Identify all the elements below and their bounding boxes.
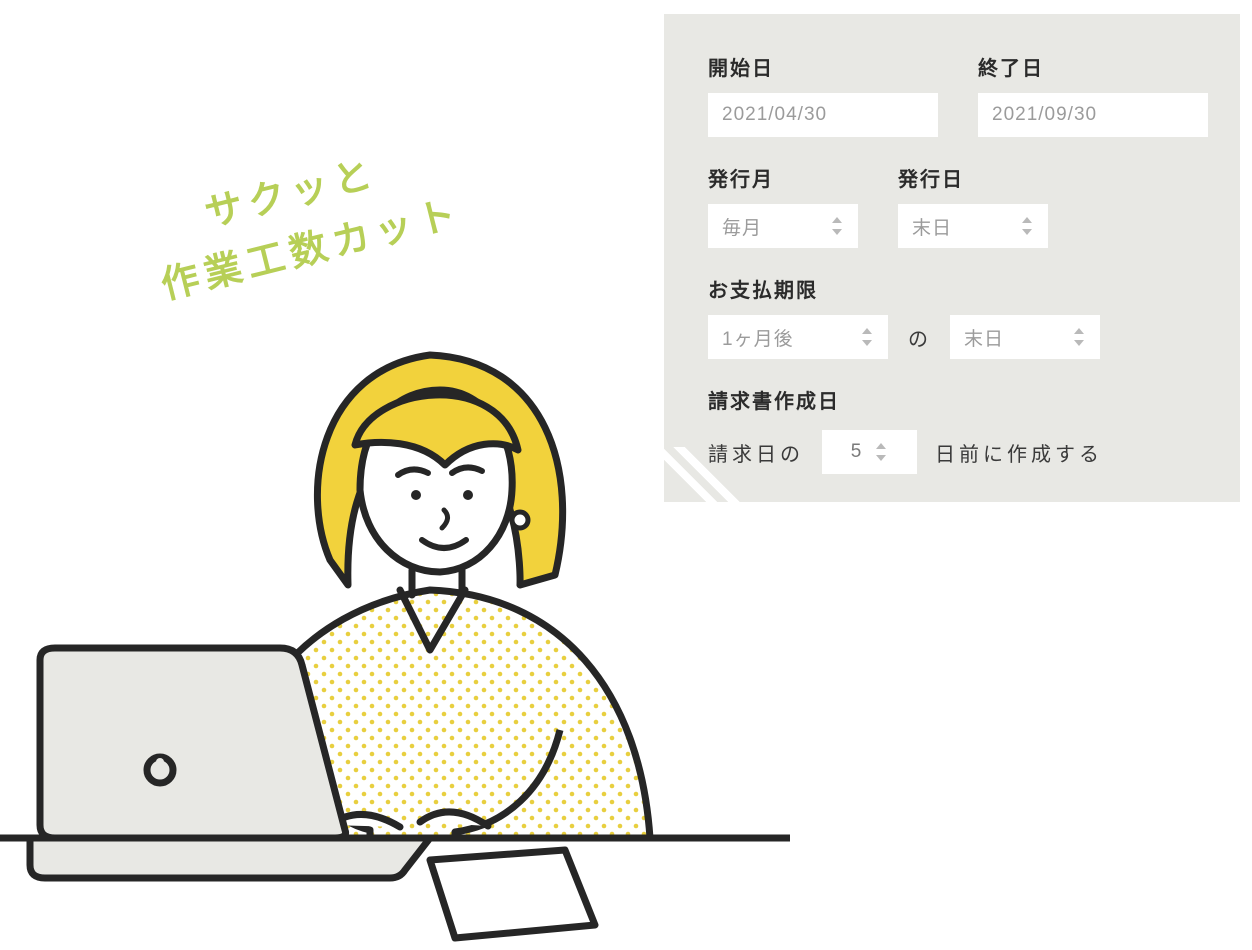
sort-icon — [1072, 327, 1086, 347]
create-days-select[interactable]: 5 — [822, 430, 917, 474]
sort-icon — [874, 442, 888, 462]
start-date-value: 2021/04/30 — [722, 104, 827, 126]
end-date-label: 終了日 — [978, 52, 1208, 81]
issue-day-select[interactable]: 末日 — [898, 204, 1048, 248]
payment-day-select[interactable]: 末日 — [950, 315, 1100, 359]
start-date-label: 開始日 — [708, 52, 938, 81]
issue-day-value: 末日 — [912, 213, 952, 240]
issue-day-field: 発行日 末日 — [898, 163, 1048, 248]
person-laptop-icon — [0, 190, 790, 950]
create-day-suffix: 日前に作成する — [935, 438, 1103, 467]
sort-icon — [860, 327, 874, 347]
end-date-value: 2021/09/30 — [992, 104, 1097, 126]
issue-day-label: 発行日 — [898, 163, 1048, 192]
sort-icon — [1020, 216, 1034, 236]
end-date-input[interactable]: 2021/09/30 — [978, 93, 1208, 137]
hero-illustration — [0, 190, 790, 950]
payment-connector: の — [908, 315, 930, 359]
create-days-value: 5 — [851, 441, 863, 463]
sort-icon — [830, 216, 844, 236]
issue-month-label: 発行月 — [708, 163, 858, 192]
end-date-field: 終了日 2021/09/30 — [978, 52, 1208, 137]
start-date-input[interactable]: 2021/04/30 — [708, 93, 938, 137]
start-date-field: 開始日 2021/04/30 — [708, 52, 938, 137]
payment-day-value: 末日 — [964, 324, 1004, 351]
